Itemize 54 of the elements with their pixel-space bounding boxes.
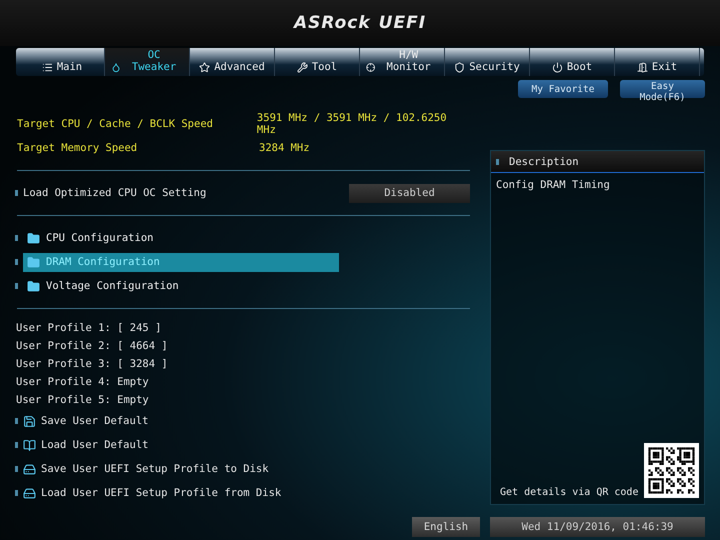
wrench-icon: [296, 62, 308, 73]
profile-entry: User Profile 5: Empty: [16, 393, 150, 408]
profile-action[interactable]: Load User UEFI Setup Profile from Disk: [23, 486, 282, 500]
menu-tab[interactable]: Security: [445, 48, 530, 76]
description-text: Config DRAM Timing: [496, 179, 610, 191]
info-label: Target Memory Speed: [17, 142, 138, 154]
shield-icon: [454, 62, 466, 73]
profile-entry: User Profile 4: Empty: [16, 375, 150, 390]
setting-label: Load Optimized CPU OC Setting: [23, 187, 206, 199]
folder-icon: [27, 280, 40, 292]
qr-code: [644, 443, 699, 498]
profile-entry: User Profile 3: [ 3284 ]: [16, 357, 169, 372]
drive-icon: [23, 462, 36, 476]
row-marker-icon: [15, 259, 18, 265]
row-marker-icon: [15, 418, 18, 424]
profile-action[interactable]: Save User Default: [23, 414, 148, 428]
row-marker-icon: [15, 490, 18, 496]
setting-dropdown[interactable]: Disabled: [349, 184, 470, 202]
asrock-uefi-logo: ASRock UEFI: [294, 13, 426, 33]
row-marker-icon: [15, 190, 18, 196]
row-marker-icon: [15, 283, 18, 289]
panel-title: Description: [509, 156, 579, 168]
info-value: 3284 MHz: [259, 142, 310, 154]
star-icon: [199, 62, 210, 73]
favorite-button[interactable]: My Favorite: [518, 80, 608, 98]
submenu-item[interactable]: CPU Configuration: [23, 228, 339, 248]
profile-entry: User Profile 2: [ 4664 ]: [16, 339, 169, 354]
submenu-item[interactable]: Voltage Configuration: [23, 276, 339, 296]
profile-action[interactable]: Load User Default: [23, 438, 148, 452]
menu-tab[interactable]: Exit: [615, 48, 700, 76]
header-marker-icon: [496, 158, 499, 164]
profile-action[interactable]: Save User UEFI Setup Profile to Disk: [23, 462, 269, 476]
droplet-icon: [111, 62, 122, 73]
menu-tab[interactable]: Advanced: [190, 48, 275, 76]
power-icon: [552, 62, 563, 73]
date-time: Wed 11/09/2016, 01:46:39: [490, 517, 705, 537]
info-value: 3591 MHz / 3591 MHz / 102.6250 MHz: [256, 112, 448, 136]
book-icon: [23, 438, 36, 452]
info-label: Target CPU / Cache / BCLK Speed: [17, 118, 214, 130]
folder-icon: [27, 232, 40, 244]
language-button[interactable]: English: [412, 517, 480, 537]
folder-icon: [27, 256, 40, 268]
row-marker-icon: [15, 235, 18, 241]
row-marker-icon: [15, 442, 18, 448]
crosshair-icon: [366, 62, 376, 73]
menu-tab[interactable]: OC Tweaker: [105, 48, 190, 76]
row-marker-icon: [15, 466, 18, 472]
profile-entry: User Profile 1: [ 245 ]: [16, 321, 162, 336]
menu-tab[interactable]: H/W Monitor: [360, 48, 445, 76]
drive-icon: [23, 486, 36, 500]
menu-tab[interactable]: Tool: [275, 48, 360, 76]
menu-tab[interactable]: Boot: [530, 48, 615, 76]
door-icon: [636, 62, 648, 73]
qr-caption: Get details via QR code: [500, 487, 638, 498]
